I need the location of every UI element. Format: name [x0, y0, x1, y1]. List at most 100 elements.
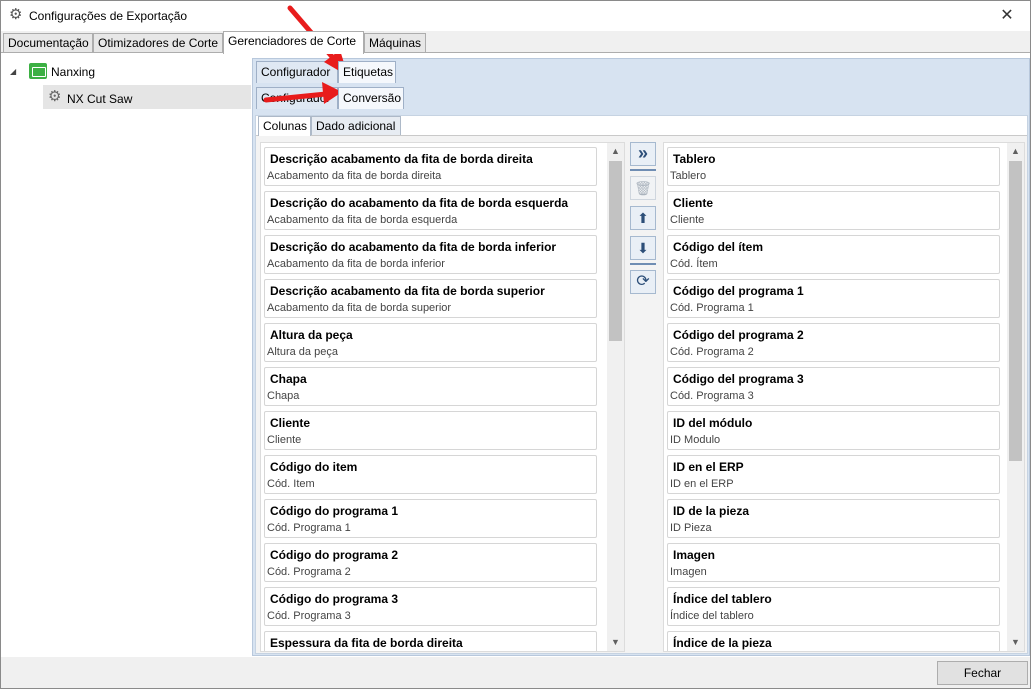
list-item[interactable]: Imagen Imagen	[667, 543, 1000, 582]
tab-maquinas[interactable]: Máquinas	[364, 33, 426, 53]
list-item-subtitle: Chapa	[267, 390, 300, 402]
scroll-thumb[interactable]	[609, 161, 622, 341]
list-item-title: Descrição do acabamento da fita de borda…	[270, 240, 557, 254]
list-item-subtitle: Tablero	[670, 170, 707, 182]
list-item[interactable]: Código do programa 1 Cód. Programa 1	[264, 499, 597, 538]
list-item-subtitle: Cód. Programa 1	[670, 302, 754, 314]
list-item[interactable]: Índice de la pieza	[667, 631, 1000, 651]
window-close-button[interactable]: ✕	[984, 1, 1030, 31]
list-item-title: ID en el ERP	[673, 460, 744, 474]
gear-icon: ⚙	[48, 88, 62, 105]
list-item[interactable]: Índice del tablero Índice del tablero	[667, 587, 1000, 626]
list-item[interactable]: Tablero Tablero	[667, 147, 1000, 186]
list-item[interactable]: Cliente Cliente	[264, 411, 597, 450]
list-item[interactable]: Cliente Cliente	[667, 191, 1000, 230]
list-item-subtitle: Cód. Programa 1	[267, 522, 351, 534]
list-item-subtitle: Cód. Item	[267, 478, 315, 490]
transfer-toolbar: » 🗑 ⬆ ⬇ ⟳	[629, 142, 657, 294]
list-item[interactable]: ID en el ERP ID en el ERP	[667, 455, 1000, 494]
list-item-subtitle: Acabamento da fita de borda esquerda	[267, 214, 458, 226]
list-item-title: ID de la pieza	[673, 504, 750, 518]
list-item-subtitle: Cód. Programa 3	[267, 610, 351, 622]
list-item-title: Código do programa 3	[270, 592, 399, 606]
scroll-thumb[interactable]	[1009, 161, 1022, 461]
tree-item-nx-cut-saw[interactable]: NX Cut Saw	[67, 92, 132, 106]
tab-configurador[interactable]: Configurador	[256, 61, 338, 83]
list-item-subtitle: Cód. Programa 3	[670, 390, 754, 402]
list-item[interactable]: Código do programa 2 Cód. Programa 2	[264, 543, 597, 582]
tab-configurador-2[interactable]: Configurador	[256, 87, 338, 109]
list-item-title: Código del programa 1	[673, 284, 804, 298]
list-item-title: Código del programa 3	[673, 372, 804, 386]
list-item[interactable]: Código del programa 3 Cód. Programa 3	[667, 367, 1000, 406]
machine-group-icon	[29, 63, 47, 79]
selected-columns-list: Tablero Tablero Cliente Cliente Código d…	[663, 142, 1025, 652]
left-list-scrollbar[interactable]: ▲ ▼	[607, 143, 624, 651]
toolbar-separator	[630, 169, 656, 171]
list-item-title: Código do programa 1	[270, 504, 399, 518]
export-settings-window: ⚙ Configurações de Exportação ✕ Document…	[0, 0, 1031, 689]
scroll-up-arrow-icon[interactable]: ▲	[607, 143, 624, 160]
scroll-up-arrow-icon[interactable]: ▲	[1007, 143, 1024, 160]
list-item-title: Descrição acabamento da fita de borda su…	[270, 284, 545, 298]
move-down-button[interactable]: ⬇	[630, 236, 656, 260]
tab-otimizadores[interactable]: Otimizadores de Corte	[93, 33, 223, 53]
collapse-triangle-icon[interactable]: ◢	[10, 67, 16, 76]
window-title: Configurações de Exportação	[29, 9, 188, 23]
list-item-title: Código do programa 2	[270, 548, 399, 562]
list-item[interactable]: Altura da peça Altura da peça	[264, 323, 597, 362]
list-item-title: Código del ítem	[673, 240, 763, 254]
list-item[interactable]: Descrição do acabamento da fita de borda…	[264, 191, 597, 230]
list-item-title: Descrição acabamento da fita de borda di…	[270, 152, 533, 166]
list-item[interactable]: ID del módulo ID Modulo	[667, 411, 1000, 450]
list-item-title: Código do item	[270, 460, 358, 474]
list-item-subtitle: ID Pieza	[670, 522, 712, 534]
list-item[interactable]: Código do item Cód. Item	[264, 455, 597, 494]
move-up-button[interactable]: ⬆	[630, 206, 656, 230]
fechar-button[interactable]: Fechar	[937, 661, 1028, 685]
list-item[interactable]: Código del ítem Cód. Ítem	[667, 235, 1000, 274]
title-bar: ⚙ Configurações de Exportação ✕	[1, 1, 1030, 31]
tab-documentacao[interactable]: Documentação	[3, 33, 93, 53]
delete-column-button[interactable]: 🗑	[630, 176, 656, 200]
scroll-down-arrow-icon[interactable]: ▼	[607, 634, 624, 651]
list-item-title: Chapa	[270, 372, 307, 386]
list-item-title: ID del módulo	[673, 416, 753, 430]
list-item-title: Imagen	[673, 548, 716, 562]
list-item[interactable]: Descrição acabamento da fita de borda su…	[264, 279, 597, 318]
list-item[interactable]: Código del programa 1 Cód. Programa 1	[667, 279, 1000, 318]
list-item-title: Cliente	[673, 196, 714, 210]
list-item-subtitle: Acabamento da fita de borda direita	[267, 170, 442, 182]
list-item-subtitle: Altura da peça	[267, 346, 338, 358]
tab-etiquetas[interactable]: Etiquetas	[338, 61, 396, 83]
list-item-subtitle: Índice del tablero	[670, 610, 754, 622]
main-content: ◢ Nanxing ⚙ NX Cut Saw Configurador Etiq…	[1, 52, 1030, 657]
list-item-title: Descrição do acabamento da fita de borda…	[270, 196, 569, 210]
tab-colunas[interactable]: Colunas	[258, 116, 311, 136]
list-item-subtitle: Cliente	[267, 434, 302, 446]
list-item[interactable]: ID de la pieza ID Pieza	[667, 499, 1000, 538]
list-item-title: Código del programa 2	[673, 328, 804, 342]
list-item-title: Tablero	[673, 152, 716, 166]
dialog-footer: Fechar	[1, 658, 1030, 688]
scroll-down-arrow-icon[interactable]: ▼	[1007, 634, 1024, 651]
list-item-subtitle: Acabamento da fita de borda inferior	[267, 258, 445, 270]
tree-item-nanxing[interactable]: Nanxing	[51, 65, 95, 79]
add-column-button[interactable]: »	[630, 142, 656, 166]
list-item[interactable]: Descrição do acabamento da fita de borda…	[264, 235, 597, 274]
list-item[interactable]: Código del programa 2 Cód. Programa 2	[667, 323, 1000, 362]
tab-conversao[interactable]: Conversão	[338, 87, 404, 109]
tab-dado-adicional[interactable]: Dado adicional	[311, 116, 401, 136]
list-item-subtitle: ID en el ERP	[670, 478, 734, 490]
reset-button[interactable]: ⟳	[630, 270, 656, 294]
right-list-scrollbar[interactable]: ▲ ▼	[1007, 143, 1024, 651]
list-item-subtitle: Cód. Programa 2	[670, 346, 754, 358]
list-item[interactable]: Descrição acabamento da fita de borda di…	[264, 147, 597, 186]
list-item[interactable]: Código do programa 3 Cód. Programa 3	[264, 587, 597, 626]
list-item[interactable]: Espessura da fita de borda direita	[264, 631, 597, 651]
list-item-subtitle: Cód. Ítem	[670, 258, 718, 270]
list-item-subtitle: Cód. Programa 2	[267, 566, 351, 578]
tab-gerenciadores[interactable]: Gerenciadores de Corte	[223, 31, 364, 54]
list-item[interactable]: Chapa Chapa	[264, 367, 597, 406]
toolbar-separator	[630, 263, 656, 265]
